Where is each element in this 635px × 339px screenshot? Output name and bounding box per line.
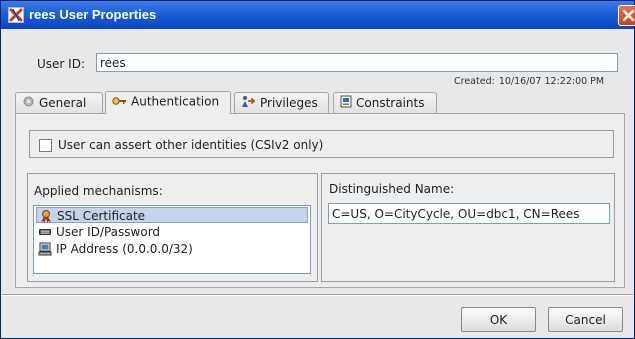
mechanism-label: IP Address (0.0.0.0/32) <box>56 242 193 256</box>
user-id-label: User ID: <box>37 57 85 71</box>
assert-identities-checkbox[interactable] <box>39 139 52 152</box>
tab-privileges-label: Privileges <box>260 96 318 110</box>
tab-authentication[interactable]: Authentication <box>105 91 231 114</box>
created-label: Created: <box>454 76 495 87</box>
tab-general-label: General <box>39 96 87 110</box>
constraint-icon <box>340 95 352 111</box>
window-title: rees User Properties <box>29 7 157 22</box>
cancel-button[interactable]: Cancel <box>548 307 623 332</box>
close-button[interactable] <box>618 5 635 26</box>
arrow-person-icon <box>241 95 256 111</box>
close-icon <box>622 9 635 22</box>
list-item[interactable]: IP Address (0.0.0.0/32) <box>36 241 308 257</box>
computer-icon <box>38 242 52 259</box>
title-bar[interactable]: rees User Properties <box>1 1 635 29</box>
created-timestamp: Created: 10/16/07 12:22:00 PM <box>454 76 604 87</box>
distinguished-name-group: Distinguished Name: <box>321 173 615 282</box>
key-icon <box>112 95 127 109</box>
user-properties-dialog: rees User Properties User ID: Created:10… <box>0 0 635 339</box>
tab-authentication-label: Authentication <box>131 94 220 109</box>
user-id-field[interactable] <box>96 53 618 72</box>
list-item[interactable]: User ID/Password <box>36 224 308 240</box>
keyboard-icon <box>38 225 52 242</box>
mechanism-label: SSL Certificate <box>57 209 146 223</box>
ok-button[interactable]: OK <box>461 307 536 332</box>
tab-constraints[interactable]: Constraints <box>333 92 437 113</box>
created-value: 10/16/07 12:22:00 PM <box>498 76 605 87</box>
mechanisms-list[interactable]: SSL Certificate User ID/Password IP Addr… <box>33 205 311 274</box>
divider <box>2 294 634 296</box>
mechanism-label: User ID/Password <box>56 225 161 239</box>
list-item[interactable]: SSL Certificate <box>36 207 308 223</box>
x-logo-icon <box>8 7 24 23</box>
gear-icon <box>22 95 35 111</box>
tab-strip: General Authentication Privileges Constr… <box>15 91 625 114</box>
distinguished-name-field[interactable] <box>328 203 610 224</box>
assert-identities-group: User can assert other identities (CSIv2 … <box>29 130 614 158</box>
applied-mechanisms-group: Applied mechanisms: SSL Certificate User… <box>27 173 318 282</box>
authentication-panel: User can assert other identities (CSIv2 … <box>15 113 625 288</box>
applied-mechanisms-title: Applied mechanisms: <box>34 184 163 198</box>
tab-general[interactable]: General <box>15 92 103 113</box>
assert-identities-label[interactable]: User can assert other identities (CSIv2 … <box>58 138 323 152</box>
tab-privileges[interactable]: Privileges <box>234 92 329 113</box>
distinguished-name-title: Distinguished Name: <box>329 182 455 196</box>
tab-constraints-label: Constraints <box>356 96 425 110</box>
